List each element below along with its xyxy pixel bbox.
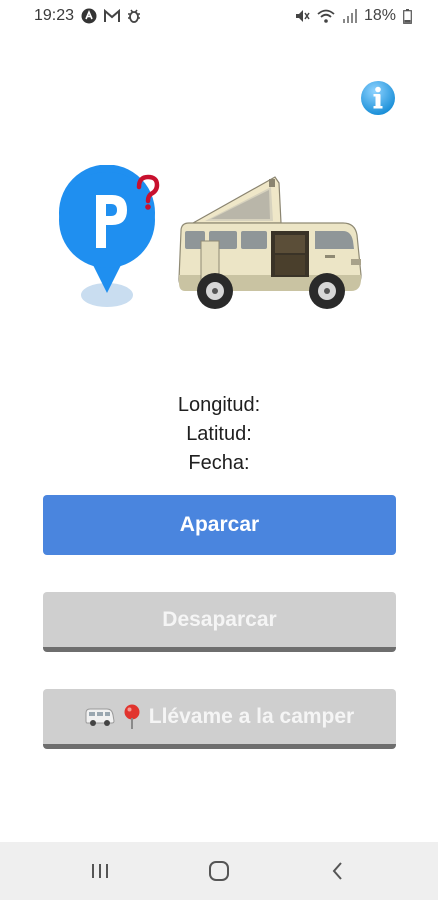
system-nav-bar	[0, 842, 438, 900]
recent-apps-icon	[91, 864, 108, 878]
latitude-label: Latitud:	[186, 423, 252, 445]
unpark-button-label: Desaparcar	[162, 607, 277, 631]
recent-apps-button[interactable]	[70, 851, 130, 891]
longitude-label: Longitud:	[177, 394, 261, 416]
park-button[interactable]: Aparcar	[43, 495, 396, 555]
hero-illustration	[55, 164, 375, 325]
bug-icon	[127, 8, 141, 24]
parking-pin-icon	[58, 164, 160, 307]
home-button[interactable]	[189, 851, 249, 891]
mute-icon	[294, 8, 310, 24]
navigate-button-label: Llévame a la camper	[148, 704, 355, 728]
info-button[interactable]	[360, 80, 396, 116]
mail-icon	[104, 9, 121, 23]
pin-emoji-icon	[123, 704, 141, 730]
status-right: 18%	[294, 7, 412, 25]
battery-icon	[403, 8, 412, 24]
camper-van-illustration	[178, 176, 362, 309]
park-button-label: Aparcar	[179, 513, 260, 536]
status-bar: 19:23 18%	[0, 0, 438, 32]
back-button[interactable]	[308, 851, 368, 891]
battery-percent: 18%	[363, 7, 396, 24]
van-emoji-icon	[85, 707, 115, 727]
navigate-to-camper-button[interactable]: Llévame a la camper	[43, 689, 396, 749]
wifi-icon	[317, 9, 335, 24]
date-label: Fecha:	[188, 452, 250, 474]
status-left: 19:23	[34, 7, 141, 25]
home-icon	[208, 861, 229, 881]
info-icon	[361, 81, 395, 115]
notification-a-icon	[81, 8, 97, 24]
back-icon	[332, 862, 343, 880]
status-time: 19:23	[34, 7, 75, 24]
location-info: Longitud: Latitud: Fecha:	[0, 391, 438, 478]
signal-icon	[342, 9, 357, 23]
unpark-button[interactable]: Desaparcar	[43, 592, 396, 652]
